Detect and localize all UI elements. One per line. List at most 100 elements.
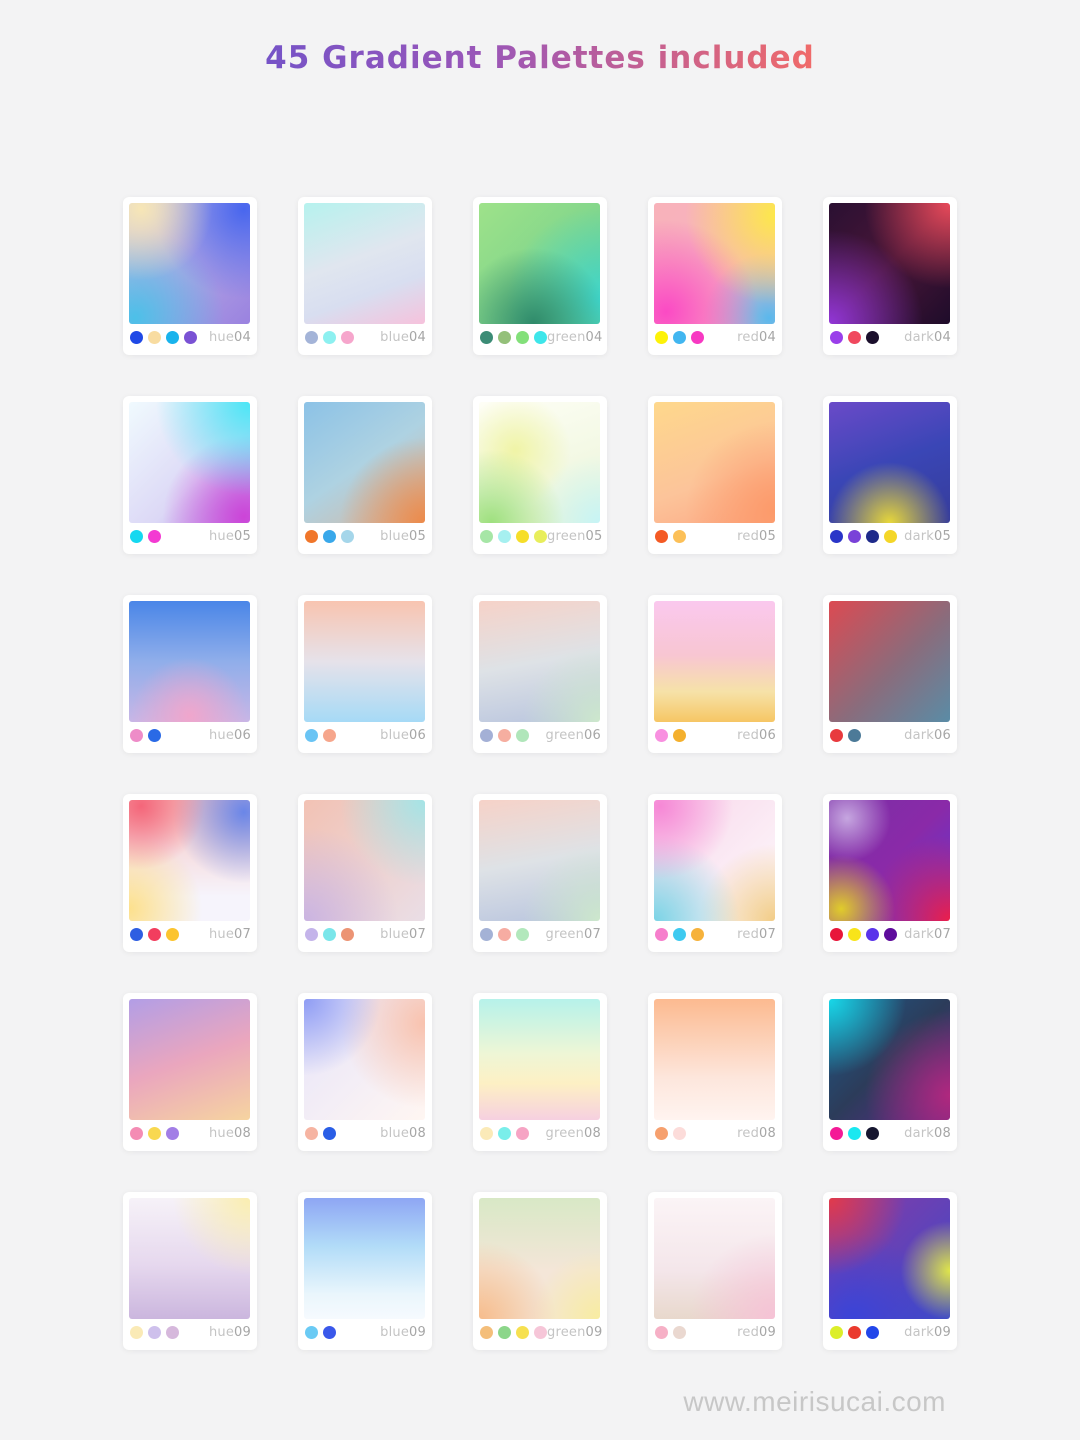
- color-dot: [655, 728, 668, 742]
- palette-footer: hue06: [130, 728, 251, 743]
- palette-footer: blue08: [305, 1126, 426, 1141]
- palette-name: red: [737, 926, 760, 942]
- palette-card-blue04[interactable]: blue04: [298, 197, 432, 355]
- gradient-swatch: [129, 1198, 250, 1319]
- color-dot: [166, 1325, 179, 1339]
- palette-card-hue05[interactable]: hue05: [123, 396, 257, 554]
- palette-number: 05: [585, 528, 603, 544]
- palette-card-hue04[interactable]: hue04: [123, 197, 257, 355]
- palette-name: red: [737, 1324, 760, 1340]
- color-dots: [830, 529, 904, 543]
- palette-number: 05: [409, 528, 426, 544]
- palette-footer: hue04: [130, 330, 251, 345]
- palette-card-hue06[interactable]: hue06: [123, 595, 257, 753]
- palette-label: green07: [546, 927, 602, 942]
- watermark: www.meirisucai.com: [683, 1386, 946, 1417]
- color-dots: [305, 927, 380, 941]
- palette-card-green04[interactable]: green04: [473, 197, 607, 355]
- color-dot: [866, 927, 879, 941]
- palette-footer: dark09: [830, 1324, 951, 1340]
- palette-card-red06[interactable]: red06: [648, 595, 782, 753]
- color-dot: [323, 1325, 336, 1339]
- palette-card-green07[interactable]: green07: [473, 794, 607, 952]
- palette-card-green08[interactable]: green08: [473, 993, 607, 1151]
- palette-number: 07: [584, 926, 601, 942]
- palette-number: 04: [585, 329, 603, 345]
- color-dot: [498, 1126, 511, 1140]
- palette-card-dark07[interactable]: dark07: [823, 794, 957, 952]
- palette-card-dark04[interactable]: dark04: [823, 197, 957, 355]
- color-dots: [830, 1325, 904, 1339]
- gradient-swatch: [829, 402, 950, 523]
- color-dot: [130, 1325, 143, 1339]
- palette-footer: dark06: [830, 728, 951, 743]
- gradient-swatch: [479, 999, 600, 1120]
- gradient-swatch: [304, 203, 425, 324]
- palette-number: 07: [234, 926, 251, 942]
- palette-footer: green05: [480, 528, 603, 544]
- palette-card-dark06[interactable]: dark06: [823, 595, 957, 753]
- color-dot: [498, 728, 511, 742]
- palette-number: 07: [409, 926, 426, 942]
- palette-footer: green09: [480, 1325, 602, 1340]
- palette-name: red: [737, 528, 760, 544]
- palette-footer: blue09: [305, 1324, 426, 1340]
- color-dot: [673, 1325, 686, 1339]
- color-dot: [305, 330, 318, 344]
- palette-label: green04: [547, 330, 603, 345]
- palette-name: dark: [904, 1324, 935, 1340]
- palette-card-blue06[interactable]: blue06: [298, 595, 432, 753]
- color-dot: [305, 927, 318, 941]
- palette-card-dark05[interactable]: dark05: [823, 396, 957, 554]
- color-dot: [130, 529, 143, 543]
- palette-card-hue09[interactable]: hue09: [123, 1192, 257, 1350]
- palette-card-dark09[interactable]: dark09: [823, 1192, 957, 1350]
- palette-card-hue08[interactable]: hue08: [123, 993, 257, 1151]
- gradient-swatch: [479, 203, 600, 324]
- palette-footer: green08: [480, 1126, 601, 1141]
- color-dot: [830, 330, 843, 344]
- palette-card-blue08[interactable]: blue08: [298, 993, 432, 1151]
- palette-label: dark08: [904, 1126, 951, 1141]
- palette-label: red06: [737, 728, 776, 743]
- palette-label: blue07: [380, 927, 426, 942]
- palette-footer: red05: [655, 528, 776, 544]
- palette-footer: blue06: [305, 728, 426, 743]
- palette-card-red05[interactable]: red05: [648, 396, 782, 554]
- palette-card-red04[interactable]: red04: [648, 197, 782, 355]
- color-dot: [848, 927, 861, 941]
- palette-card-red07[interactable]: red07: [648, 794, 782, 952]
- palette-card-blue05[interactable]: blue05: [298, 396, 432, 554]
- gradient-swatch: [654, 203, 775, 324]
- palette-card-blue09[interactable]: blue09: [298, 1192, 432, 1350]
- palette-card-green09[interactable]: green09: [473, 1192, 607, 1350]
- color-dots: [830, 728, 904, 742]
- palette-card-green06[interactable]: green06: [473, 595, 607, 753]
- palette-card-green05[interactable]: green05: [473, 396, 607, 554]
- color-dot: [534, 529, 547, 543]
- color-dot: [673, 1126, 686, 1140]
- palette-number: 05: [934, 528, 951, 544]
- color-dot: [323, 529, 336, 543]
- color-dot: [480, 330, 493, 344]
- palette-card-dark08[interactable]: dark08: [823, 993, 957, 1151]
- palette-card-blue07[interactable]: blue07: [298, 794, 432, 952]
- palette-footer: green07: [480, 927, 602, 942]
- gradient-swatch: [479, 1198, 600, 1319]
- palette-label: hue09: [209, 1325, 251, 1340]
- color-dot: [691, 330, 704, 344]
- palette-label: hue05: [209, 529, 251, 544]
- palette-card-red09[interactable]: red09: [648, 1192, 782, 1350]
- palette-number: 09: [409, 1324, 426, 1340]
- color-dot: [184, 330, 197, 344]
- palette-card-hue07[interactable]: hue07: [123, 794, 257, 952]
- palette-card-red08[interactable]: red08: [648, 993, 782, 1151]
- palette-footer: blue05: [305, 528, 426, 544]
- palette-label: hue04: [209, 330, 251, 345]
- color-dots: [480, 728, 546, 742]
- color-dot: [848, 1325, 861, 1339]
- color-dot: [673, 529, 686, 543]
- gradient-swatch: [479, 402, 600, 523]
- color-dot: [480, 1126, 493, 1140]
- gradient-swatch: [654, 999, 775, 1120]
